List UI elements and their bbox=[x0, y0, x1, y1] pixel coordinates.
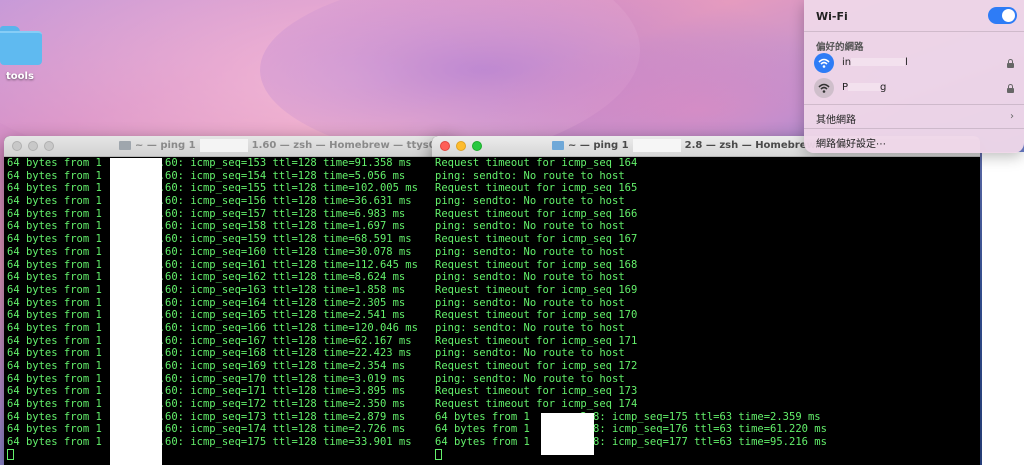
terminal-line: ping: sendto: No route to host bbox=[435, 321, 625, 334]
preferred-networks-header: 偏好的網路 bbox=[816, 42, 864, 53]
network-name: in l bbox=[842, 57, 908, 68]
folder-label[interactable]: tools bbox=[6, 71, 34, 82]
terminal-line: 64 bytes from 1 1.60: icmp_seq=167 ttl=1… bbox=[7, 334, 412, 347]
terminal-line: ping: sendto: No route to host bbox=[435, 195, 625, 208]
folder-icon bbox=[552, 141, 564, 150]
folder-icon[interactable] bbox=[0, 22, 42, 65]
terminal-output[interactable]: Request timeout for icmp_seq 164 ping: se… bbox=[432, 157, 980, 465]
terminal-line: 64 bytes from 1 1.60: icmp_seq=172 ttl=1… bbox=[7, 398, 406, 411]
terminal-line: 64 bytes from 1 1.60: icmp_seq=169 ttl=1… bbox=[7, 360, 406, 372]
terminal-line: Request timeout for icmp_seq 165 bbox=[435, 182, 638, 195]
terminal-window-left[interactable]: ~ — ping 1 1.60 — zsh — Homebrew — ttys00… bbox=[4, 136, 454, 465]
redaction bbox=[110, 158, 162, 465]
lock-icon bbox=[1007, 59, 1014, 68]
terminal-line: Request timeout for icmp_seq 171 bbox=[435, 334, 638, 347]
terminal-line: 64 bytes from 1 1.60: icmp_seq=159 ttl=1… bbox=[7, 233, 412, 246]
terminal-line: 64 bytes from 1 1.60: icmp_seq=173 ttl=1… bbox=[7, 410, 406, 423]
background-window bbox=[982, 152, 1024, 465]
terminal-line: ping: sendto: No route to host bbox=[435, 296, 625, 309]
terminal-output[interactable]: 64 bytes from 1 1.60: icmp_seq=153 ttl=1… bbox=[4, 157, 454, 465]
terminal-line: Request timeout for icmp_seq 173 bbox=[435, 385, 638, 398]
terminal-line: 64 bytes from 1 1.60: icmp_seq=163 ttl=1… bbox=[7, 283, 406, 296]
terminal-line: ping: sendto: No route to host bbox=[435, 347, 625, 360]
redaction bbox=[848, 83, 881, 91]
terminal-cursor bbox=[435, 448, 442, 460]
minimize-button[interactable] bbox=[456, 141, 466, 151]
other-networks-item[interactable]: 其他網路 bbox=[816, 111, 856, 126]
wifi-menu: Wi-Fi 偏好的網路 in l Pg 其他網路 › 網路偏好設定⋯ bbox=[804, 0, 1024, 153]
terminal-line: Request timeout for icmp_seq 166 bbox=[435, 207, 638, 220]
wifi-menu-title: Wi-Fi bbox=[816, 10, 848, 23]
close-button[interactable] bbox=[440, 141, 450, 151]
terminal-line: 64 bytes from 1 1.60: icmp_seq=174 ttl=1… bbox=[7, 423, 406, 436]
window-title: ~ — ping 1 1.60 — zsh — Homebrew — ttys00… bbox=[119, 139, 454, 152]
terminal-line: Request timeout for icmp_seq 169 bbox=[435, 283, 638, 296]
terminal-line: 64 bytes from 1 1.60: icmp_seq=164 ttl=1… bbox=[7, 296, 406, 309]
window-titlebar[interactable]: ~ — ping 1 1.60 — zsh — Homebrew — ttys00… bbox=[4, 136, 454, 157]
redaction bbox=[541, 413, 594, 455]
network-name: Pg bbox=[842, 82, 887, 93]
terminal-line: 64 bytes from 1 1.60: icmp_seq=155 ttl=1… bbox=[7, 182, 418, 195]
zoom-button[interactable] bbox=[472, 141, 482, 151]
redaction bbox=[851, 58, 906, 66]
terminal-line: ping: sendto: No route to host bbox=[435, 271, 625, 284]
terminal-line: 64 bytes from 1 2.8: icmp_seq=177 ttl=63… bbox=[435, 436, 827, 449]
terminal-line: ping: sendto: No route to host bbox=[435, 245, 625, 258]
wifi-icon bbox=[814, 53, 834, 73]
close-button[interactable] bbox=[12, 141, 22, 151]
terminal-line: Request timeout for icmp_seq 172 bbox=[435, 360, 638, 372]
terminal-line: 64 bytes from 1 1.60: icmp_seq=158 ttl=1… bbox=[7, 220, 406, 233]
terminal-line: Request timeout for icmp_seq 168 bbox=[435, 258, 638, 271]
lock-icon bbox=[1007, 84, 1014, 93]
terminal-line: 64 bytes from 1 1.60: icmp_seq=166 ttl=1… bbox=[7, 321, 418, 334]
terminal-line: 64 bytes from 1 1.60: icmp_seq=175 ttl=1… bbox=[7, 436, 412, 449]
redaction bbox=[632, 139, 681, 152]
terminal-line: 64 bytes from 1 1.60: icmp_seq=154 ttl=1… bbox=[7, 169, 406, 182]
terminal-line: Request timeout for icmp_seq 164 bbox=[435, 157, 638, 169]
terminal-cursor bbox=[7, 448, 14, 460]
terminal-window-right[interactable]: ~ — ping 1 2.8 — zsh — Homebrew — ttys0 R… bbox=[432, 136, 980, 465]
terminal-line: Request timeout for icmp_seq 167 bbox=[435, 233, 638, 246]
minimize-button[interactable] bbox=[28, 141, 38, 151]
terminal-line: 64 bytes from 1 1.60: icmp_seq=162 ttl=1… bbox=[7, 271, 406, 284]
zoom-button[interactable] bbox=[44, 141, 54, 151]
chevron-right-icon: › bbox=[1010, 111, 1014, 122]
redaction bbox=[199, 139, 248, 152]
terminal-line: 64 bytes from 1 1.60: icmp_seq=157 ttl=1… bbox=[7, 207, 406, 220]
terminal-line: ping: sendto: No route to host bbox=[435, 220, 625, 233]
wifi-icon bbox=[814, 78, 834, 98]
terminal-line: 64 bytes from 1 1.60: icmp_seq=170 ttl=1… bbox=[7, 372, 406, 385]
terminal-line: ping: sendto: No route to host bbox=[435, 169, 625, 182]
terminal-line: 64 bytes from 1 1.60: icmp_seq=171 ttl=1… bbox=[7, 385, 406, 398]
terminal-line: 64 bytes from 1 1.60: icmp_seq=160 ttl=1… bbox=[7, 245, 412, 258]
terminal-line: 64 bytes from 1 1.60: icmp_seq=153 ttl=1… bbox=[7, 157, 412, 169]
network-preferences-item[interactable]: 網路偏好設定⋯ bbox=[816, 135, 886, 150]
terminal-line: 64 bytes from 1 1.60: icmp_seq=165 ttl=1… bbox=[7, 309, 406, 322]
terminal-line: 64 bytes from 1 2.8: icmp_seq=175 ttl=63… bbox=[435, 410, 821, 423]
terminal-line: Request timeout for icmp_seq 170 bbox=[435, 309, 638, 322]
desktop: tools ~ — ping 1 1.60 — zsh — Homebrew — … bbox=[0, 0, 1024, 465]
folder-icon bbox=[119, 141, 131, 150]
terminal-line: Request timeout for icmp_seq 174 bbox=[435, 398, 638, 411]
terminal-line: 64 bytes from 1 2.8: icmp_seq=176 ttl=63… bbox=[435, 423, 827, 436]
terminal-line: 64 bytes from 1 1.60: icmp_seq=156 ttl=1… bbox=[7, 195, 412, 208]
terminal-line: 64 bytes from 1 1.60: icmp_seq=168 ttl=1… bbox=[7, 347, 412, 360]
terminal-line: 64 bytes from 1 1.60: icmp_seq=161 ttl=1… bbox=[7, 258, 418, 271]
wifi-toggle[interactable] bbox=[988, 7, 1017, 24]
network-item[interactable]: in l bbox=[814, 53, 1018, 75]
terminal-line: ping: sendto: No route to host bbox=[435, 372, 625, 385]
network-item[interactable]: Pg bbox=[814, 78, 1018, 100]
